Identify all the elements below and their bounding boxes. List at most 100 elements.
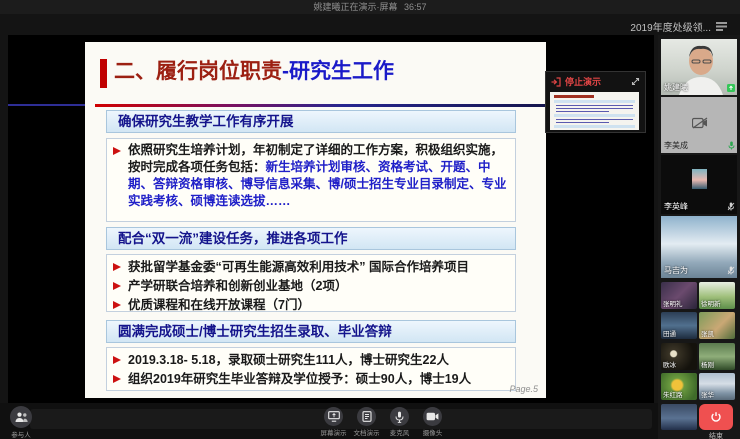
bullet-arrow-icon	[113, 301, 121, 309]
end-meeting-button[interactable]	[699, 404, 733, 430]
screen-share-icon	[328, 411, 340, 422]
slide-title: 二、履行岗位职责-研究生工作	[114, 55, 394, 85]
bullet-text: 获批留学基金委“可再生能源高效利用技术” 国际合作培养项目	[128, 258, 469, 277]
title-accent-bar	[100, 59, 107, 88]
thumb-text-line	[556, 122, 609, 124]
bullet-text: 产学研联合培养和创新创业基地（2项）	[128, 277, 347, 296]
participant-video-tile[interactable]: 马吉为	[661, 216, 737, 278]
participant-thumb-tile[interactable]: 徐明新	[699, 282, 735, 309]
bullet-arrow-icon	[113, 147, 121, 155]
mic-on-icon	[728, 141, 735, 150]
bullet-item: 获批留学基金委“可再生能源高效利用技术” 国际合作培养项目	[113, 258, 509, 277]
bullet-item: 产学研联合培养和创新创业基地（2项）	[113, 277, 509, 296]
bullet-item: 2019.3.18- 5.18，录取硕士研究生111人，博士研究生22人	[113, 351, 509, 370]
stop-presenting-button[interactable]: 停止演示	[565, 75, 601, 88]
share-preview-thumbnail	[550, 92, 639, 130]
section-2-body: 获批留学基金委“可再生能源高效利用技术” 国际合作培养项目 产学研联合培养和创新…	[106, 254, 516, 312]
menu-icon[interactable]	[716, 22, 727, 31]
share-control-mini-window[interactable]: 停止演示	[545, 71, 646, 133]
bullet-item: 组织2019年研究生毕业答辩及学位授予：硕士90人，博士19人	[113, 370, 509, 389]
participant-name: 张华	[701, 389, 714, 399]
participant-name: 李美成	[664, 140, 688, 151]
thumb-title-line	[554, 95, 594, 98]
bullet-item: 优质课程和在线开放课程（7门）	[113, 296, 509, 315]
end-meeting-label: 结束	[699, 431, 733, 439]
camera-off-icon	[692, 117, 708, 129]
participant-video-tile[interactable]: 李美成	[661, 97, 737, 153]
section-1-header: 确保研究生教学工作有序开展	[106, 110, 516, 133]
section-2-header: 配合“双一流”建设任务，推进各项工作	[106, 227, 516, 250]
thumb-text-line	[556, 119, 633, 121]
bullet-arrow-icon	[113, 356, 121, 364]
slide-title-sub: -研究生工作	[282, 60, 394, 83]
microphone-button[interactable]: 麦克风	[386, 407, 413, 437]
meeting-timer: 36:57	[404, 2, 427, 12]
participant-photo	[692, 169, 707, 189]
bullet-text: 2019.3.18- 5.18，录取硕士研究生111人，博士研究生22人	[128, 351, 449, 370]
thumb-header-bar	[554, 114, 635, 117]
participant-name: 李英峰	[664, 201, 688, 212]
participant-thumb-tile[interactable]: 朱红路	[661, 373, 697, 400]
mic-muted-icon	[727, 266, 735, 275]
participant-name: 张明礼	[663, 298, 683, 308]
expand-icon[interactable]	[631, 77, 640, 86]
camera-label: 摄像头	[423, 427, 443, 437]
mic-label: 麦克风	[390, 427, 410, 437]
meeting-app-window: 姚建曦正在演示·屏幕 36:57 2019年度处级领... 二、履行岗位职责-研…	[0, 0, 740, 439]
doc-share-icon	[362, 411, 372, 422]
title-underline-rule	[95, 104, 546, 107]
presentation-slide: 二、履行岗位职责-研究生工作 确保研究生教学工作有序开展 依照研究生培养计划，年…	[85, 42, 546, 398]
participant-video-tile[interactable]: 姚建曦	[661, 39, 737, 95]
bullet-arrow-icon	[113, 375, 121, 383]
thumb-text-line	[556, 111, 609, 113]
participant-name: 马吉为	[664, 265, 688, 276]
camera-button[interactable]: 摄像头	[419, 407, 446, 437]
participant-thumb-tile[interactable]: 田通	[661, 312, 697, 339]
bullet-arrow-icon	[113, 263, 121, 271]
camera-icon	[426, 412, 439, 421]
share-active-icon	[727, 84, 735, 92]
participants-button[interactable]: 参与人	[6, 406, 36, 439]
bullet-item: 依照研究生培养计划，年初制定了详细的工作方案，积极组织实施，按时完成各项任务包括…	[113, 142, 509, 210]
participant-video-tile[interactable]: 李英峰	[661, 155, 737, 214]
bullet-text: 优质课程和在线开放课程（7门）	[128, 296, 310, 315]
participant-name: 朱红路	[663, 389, 683, 399]
mic-icon	[395, 411, 404, 423]
screen-share-button[interactable]: 屏幕演示	[320, 407, 347, 437]
bullet-text: 组织2019年研究生毕业答辩及学位授予：硕士90人，博士19人	[128, 370, 471, 389]
presenter-status-text: 姚建曦正在演示·屏幕	[313, 2, 397, 12]
thumb-header-bar	[554, 100, 635, 103]
mic-muted-icon	[727, 202, 735, 211]
participant-thumb-tile[interactable]: 张凯	[699, 312, 735, 339]
participant-thumb-tile[interactable]: 张华	[699, 373, 735, 400]
participant-name: 张凯	[701, 328, 714, 338]
section-3-header: 圆满完成硕士/博士研究生招生录取、毕业答辩	[106, 320, 516, 343]
participant-name: 杨刚	[701, 359, 714, 369]
screen-share-label: 屏幕演示	[321, 427, 347, 437]
session-title-row: 2019年度处级领...	[630, 19, 727, 34]
mini-window-header: 停止演示	[546, 72, 645, 91]
thumb-text-line	[556, 130, 633, 131]
participant-name: 田通	[663, 328, 676, 338]
stop-presenting-icon	[551, 77, 561, 87]
doc-share-button[interactable]: 文档演示	[353, 407, 380, 437]
participant-thumb-tile[interactable]	[661, 404, 697, 430]
participant-thumb-tile[interactable]: 杨刚	[699, 343, 735, 370]
power-icon	[710, 411, 722, 423]
participant-thumb-tile[interactable]: 欧冰	[661, 343, 697, 370]
slide-rule-extension	[8, 104, 85, 106]
participant-name: 徐明新	[701, 298, 721, 308]
thumb-text-line	[556, 108, 633, 110]
slide-title-main: 二、履行岗位职责	[114, 60, 282, 83]
participants-sidebar: 姚建曦 李美成	[658, 35, 740, 439]
doc-share-label: 文档演示	[354, 427, 380, 437]
participant-thumb-tile[interactable]: 张明礼	[661, 282, 697, 309]
section-1-body: 依照研究生培养计划，年初制定了详细的工作方案，积极组织实施，按时完成各项任务包括…	[106, 138, 516, 222]
bullet-arrow-icon	[113, 282, 121, 290]
bottom-toolbar: 参与人 屏幕演示	[0, 403, 658, 439]
participants-button-label: 参与人	[11, 429, 31, 439]
participant-name: 欧冰	[663, 359, 676, 369]
toolbar-center-group: 屏幕演示 文档演示 麦克风	[320, 407, 446, 437]
participants-icon	[15, 412, 28, 422]
presenter-status-bar: 姚建曦正在演示·屏幕 36:57	[0, 0, 740, 14]
